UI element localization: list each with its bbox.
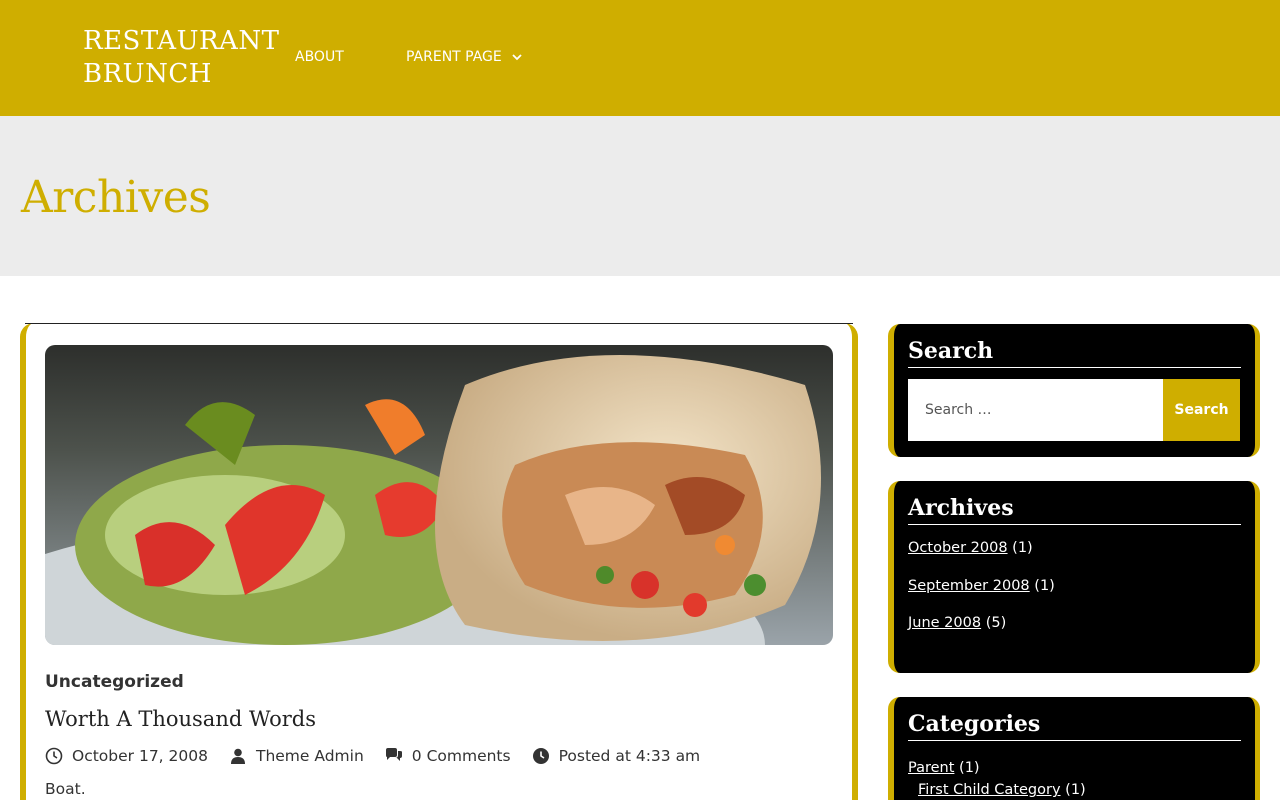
categories-widget: Categories Parent (1) First Child Catego… <box>888 697 1260 800</box>
post-date-text: October 17, 2008 <box>72 747 208 765</box>
post-category-link[interactable]: Uncategorized <box>45 672 184 692</box>
category-count: (1) <box>959 760 980 776</box>
search-input[interactable] <box>908 379 1163 441</box>
nav-item-about[interactable]: ABOUT <box>295 49 344 65</box>
post-date[interactable]: October 17, 2008 <box>45 747 208 765</box>
categories-widget-title: Categories <box>908 697 1241 741</box>
food-photo <box>45 345 833 645</box>
list-item: September 2008 (1) <box>908 576 1241 614</box>
list-item: First Child Category (1) <box>908 779 1241 800</box>
archive-link-september-2008[interactable]: September 2008 <box>908 578 1030 594</box>
chevron-down-icon <box>512 54 522 61</box>
comments-icon <box>385 748 402 761</box>
list-item: Parent (1) <box>908 757 1241 779</box>
nav-item-parent-page[interactable]: PARENT PAGE <box>406 49 524 65</box>
categories-list: Parent (1) First Child Category (1) <box>908 757 1241 800</box>
archive-count: (5) <box>985 615 1007 631</box>
post-meta: October 17, 2008 Theme Admin 0 Comments … <box>45 747 721 765</box>
post-card: Uncategorized Worth A Thousand Words Oct… <box>20 323 858 800</box>
archive-count: (1) <box>1034 577 1055 594</box>
clock-icon <box>45 747 63 765</box>
category-count: (1) <box>1065 782 1086 798</box>
category-link-parent[interactable]: Parent <box>908 760 954 776</box>
page-title-band: Archives <box>0 116 1280 276</box>
post-title[interactable]: Worth A Thousand Words <box>45 707 316 731</box>
user-icon <box>230 748 245 764</box>
list-item: October 2008 (1) <box>908 538 1241 576</box>
site-header: RESTAURANT BRUNCH ABOUT PARENT PAGE <box>0 0 1280 116</box>
post-time: Posted at 4:33 am <box>532 747 701 765</box>
post-author-text: Theme Admin <box>255 747 364 765</box>
archives-widget: Archives October 2008 (1) September 2008… <box>888 481 1260 673</box>
post-comments-text: 0 Comments <box>411 747 511 765</box>
logo-line-2: BRUNCH <box>83 59 212 89</box>
archives-widget-title: Archives <box>908 481 1241 525</box>
post-excerpt: Boat. <box>45 780 86 798</box>
category-link-first-child[interactable]: First Child Category <box>918 782 1061 798</box>
post-author[interactable]: Theme Admin <box>229 747 364 765</box>
logo-line-1: RESTAURANT <box>83 26 280 56</box>
archive-link-october-2008[interactable]: October 2008 <box>908 540 1008 556</box>
list-item: June 2008 (5) <box>908 613 1241 651</box>
post-comments[interactable]: 0 Comments <box>385 747 511 765</box>
archive-link-june-2008[interactable]: June 2008 <box>908 615 981 631</box>
post-time-text: Posted at 4:33 am <box>558 747 701 765</box>
site-logo[interactable]: RESTAURANT BRUNCH <box>83 25 279 91</box>
archives-list: October 2008 (1) September 2008 (1) June… <box>908 538 1241 651</box>
post-featured-image[interactable] <box>45 345 833 645</box>
nav-about-label: ABOUT <box>295 49 344 65</box>
clock-filled-icon <box>532 748 549 764</box>
archive-count: (1) <box>1012 540 1033 556</box>
search-form: Search <box>908 379 1240 441</box>
search-button[interactable]: Search <box>1163 379 1240 441</box>
nav-parent-label: PARENT PAGE <box>406 49 502 65</box>
page-title: Archives <box>21 172 211 223</box>
search-widget-title: Search <box>908 324 1241 368</box>
search-widget: Search Search <box>888 324 1260 457</box>
